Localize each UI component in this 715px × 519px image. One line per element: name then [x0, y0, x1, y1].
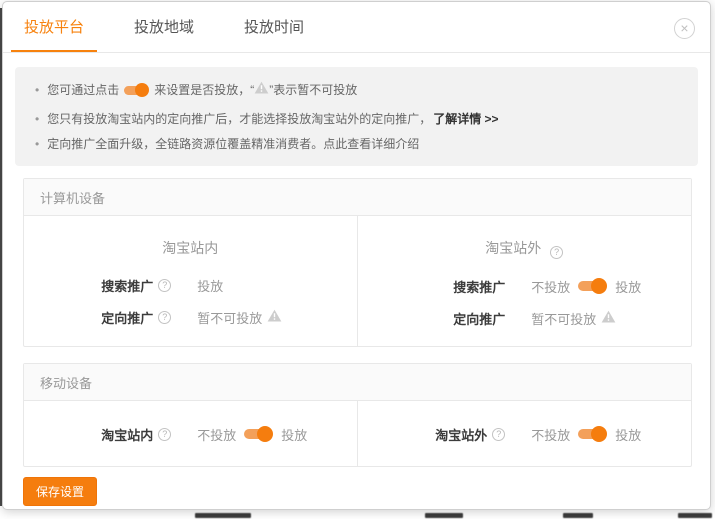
mobile-offsite-toggle[interactable] — [578, 426, 607, 442]
background-page-fragment — [425, 513, 463, 518]
save-settings-button[interactable]: 保存设置 — [23, 477, 97, 506]
notice-bullet-toggle-hint: 您可通过点击 来设置是否投放，“ ”表示暂不可投放 — [25, 80, 688, 100]
notice-box: 您可通过点击 来设置是否投放，“ ”表示暂不可投放 您只有投放淘宝站内的定向推广… — [15, 67, 698, 166]
row-label: 淘宝站外 — [435, 425, 487, 444]
toggle-on-label: 投放 — [281, 425, 307, 444]
help-icon[interactable] — [158, 311, 171, 324]
row-label: 淘宝站内 — [101, 425, 153, 444]
row-value: 暂不可投放 — [197, 308, 262, 327]
row-search-promotion: 搜索推广 投放 — [24, 275, 357, 295]
help-icon[interactable] — [550, 246, 563, 259]
section-mobile-devices: 移动设备 淘宝站内 不投放 投放 — [23, 363, 692, 467]
notice-bullet-targeting-rule: 您只有投放淘宝站内的定向推广后，才能选择投放淘宝站外的定向推广， 了解详情 >> — [25, 109, 688, 129]
warning-triangle-icon — [601, 310, 616, 326]
section-body: 淘宝站内 搜索推广 投放 定向推广 — [24, 216, 691, 346]
row-label: 定向推广 — [101, 308, 153, 327]
toggle-off-label: 不投放 — [197, 425, 236, 444]
row-taobao-offsite: 淘宝站外 不投放 投放 — [358, 424, 692, 444]
section-title: 移动设备 — [24, 364, 691, 401]
search-promotion-toggle[interactable] — [578, 278, 607, 294]
details-link[interactable]: 点此查看详细介绍 — [323, 134, 419, 154]
background-page-fragment — [195, 513, 251, 518]
tab-label: 投放地域 — [134, 16, 194, 37]
row-value: 投放 — [197, 276, 223, 295]
notice-text: ”表示暂不可投放 — [269, 80, 357, 100]
toggle-off-label: 不投放 — [531, 277, 570, 296]
section-body: 淘宝站内 不投放 投放 淘宝站外 — [24, 401, 691, 466]
notice-text: 来设置是否投放，“ — [154, 80, 254, 100]
tab-placement-platform[interactable]: 投放平台 — [11, 2, 97, 52]
column-heading: 淘宝站外 — [358, 238, 692, 259]
row-search-promotion: 搜索推广 不投放 投放 — [358, 276, 692, 296]
row-label: 定向推广 — [453, 309, 505, 328]
help-icon[interactable] — [158, 428, 171, 441]
column-taobao-onsite: 淘宝站内 不投放 投放 — [24, 401, 358, 466]
column-heading-label: 淘宝站外 — [485, 240, 541, 256]
learn-more-link[interactable]: 了解详情 >> — [433, 109, 498, 129]
tab-placement-region[interactable]: 投放地域 — [121, 2, 207, 52]
section-computer-devices: 计算机设备 淘宝站内 搜索推广 投放 定向推广 — [23, 178, 692, 347]
help-icon[interactable] — [158, 279, 171, 292]
placement-settings-dialog: 投放平台 投放地域 投放时间 × 您可通过点击 来设置是否投放，“ ”表示暂不可… — [2, 1, 711, 510]
background-page-fragment — [563, 513, 593, 518]
column-taobao-onsite: 淘宝站内 搜索推广 投放 定向推广 — [24, 216, 358, 346]
help-icon[interactable] — [492, 428, 505, 441]
tab-placement-time[interactable]: 投放时间 — [231, 2, 317, 52]
warning-triangle-icon — [267, 309, 282, 325]
column-taobao-offsite: 淘宝站外 不投放 投放 — [358, 401, 692, 466]
background-page-fragment — [678, 513, 712, 518]
toggle-on-label: 投放 — [615, 425, 641, 444]
toggle-off-label: 不投放 — [531, 425, 570, 444]
toggle-on-icon — [124, 83, 149, 97]
row-targeted-promotion: 定向推广 暂不可投放 — [358, 308, 692, 328]
column-heading-label: 淘宝站内 — [162, 240, 218, 256]
mobile-onsite-toggle[interactable] — [244, 426, 273, 442]
row-label: 搜索推广 — [453, 277, 505, 296]
tab-label: 投放平台 — [24, 16, 84, 37]
tab-label: 投放时间 — [244, 16, 304, 37]
close-button[interactable]: × — [674, 18, 695, 39]
notice-text: 您可通过点击 — [47, 80, 119, 100]
column-taobao-offsite: 淘宝站外 搜索推广 不投放 投放 定向推广 — [358, 216, 692, 346]
row-taobao-onsite: 淘宝站内 不投放 投放 — [24, 424, 357, 444]
row-value: 暂不可投放 — [531, 309, 596, 328]
warning-triangle-icon — [254, 80, 269, 100]
row-targeted-promotion: 定向推广 暂不可投放 — [24, 307, 357, 327]
section-title: 计算机设备 — [24, 179, 691, 216]
notice-text: 定向推广全面升级，全链路资源位覆盖精准消费者。 — [47, 134, 323, 154]
tabs-bar: 投放平台 投放地域 投放时间 × — [3, 2, 710, 53]
column-heading: 淘宝站内 — [24, 238, 357, 258]
notice-text: 您只有投放淘宝站内的定向推广后，才能选择投放淘宝站外的定向推广， — [47, 109, 431, 129]
toggle-on-label: 投放 — [615, 277, 641, 296]
row-label: 搜索推广 — [101, 276, 153, 295]
notice-bullet-upgrade-info: 定向推广全面升级，全链路资源位覆盖精准消费者。 点此查看详细介绍 — [25, 134, 688, 154]
close-icon: × — [680, 20, 688, 36]
